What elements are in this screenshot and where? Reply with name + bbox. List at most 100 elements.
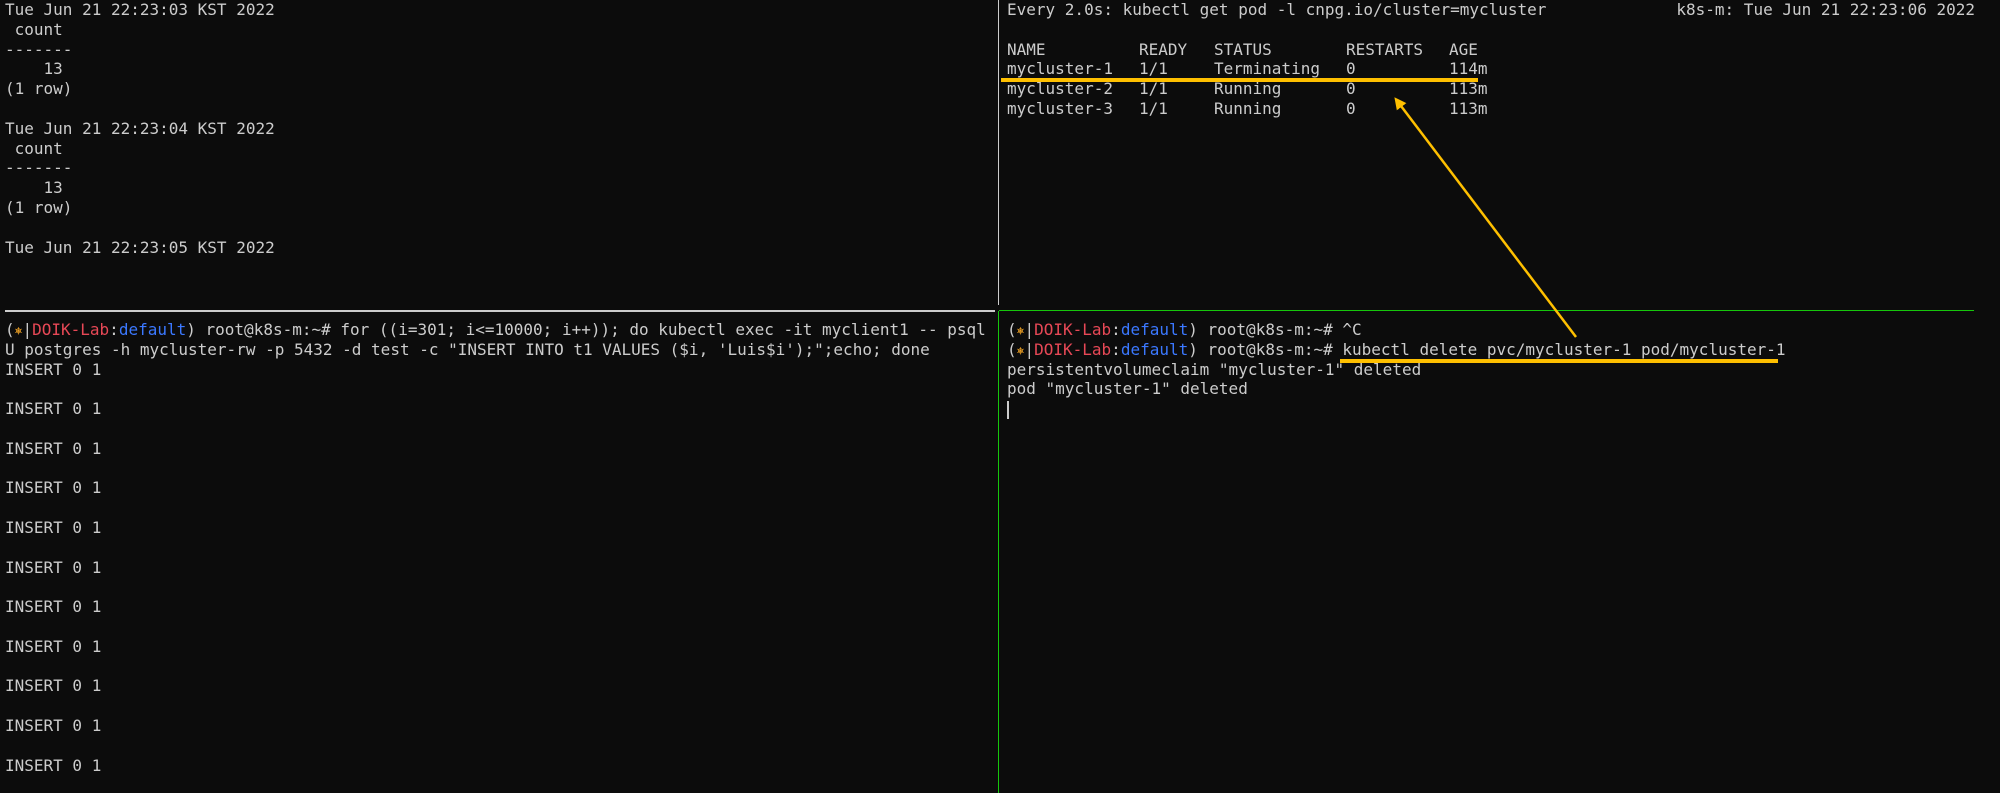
prompt-cluster: DOIK-Lab: [1034, 339, 1112, 359]
column-header: RESTARTS: [1346, 39, 1424, 59]
output-line: INSERT 0 1: [5, 676, 102, 696]
output-line: INSERT 0 1: [5, 517, 102, 537]
prompt-paren: ): [186, 320, 196, 339]
column-header: READY: [1139, 39, 1188, 59]
output-line: count: [5, 19, 63, 39]
prompt-colon: :: [1111, 339, 1121, 359]
pod-name: mycluster-2: [1007, 79, 1113, 99]
prompt-namespace: default: [1120, 320, 1189, 339]
prompt-user-host: root@k8s-m:~#: [195, 320, 341, 339]
watch-command: Every 2.0s: kubectl get pod -l cnpg.io/c…: [1007, 0, 1547, 19]
prompt-cluster: DOIK-Lab: [1034, 320, 1112, 339]
pod-ready: 1/1: [1139, 59, 1168, 79]
pod-status: Running: [1214, 98, 1282, 118]
output-line: persistentvolumeclaim "mycluster-1" dele…: [1007, 359, 1422, 379]
output-line: INSERT 0 1: [5, 557, 102, 577]
prompt-separator: |: [1024, 339, 1035, 359]
prompt-cluster: DOIK-Lab: [32, 320, 110, 339]
table-row: mycluster-2 1/1 Running 0 113m: [1002, 79, 2000, 99]
output-line: 13: [5, 178, 63, 198]
prompt-paren: (: [1007, 339, 1017, 359]
pod-ready: 1/1: [1139, 79, 1168, 99]
output-line: 13: [5, 59, 63, 79]
pane-top-left[interactable]: Tue Jun 21 22:23:03 KST 2022 count -----…: [0, 0, 997, 305]
prompt-paren: (: [5, 320, 15, 339]
prompt-line: (⎈|DOIK-Lab:default) root@k8s-m:~# kubec…: [1002, 340, 2000, 360]
table-row: mycluster-1 1/1 Terminating 0 114m: [1002, 59, 2000, 79]
output-line: INSERT 0 1: [5, 478, 102, 498]
terminal-window[interactable]: Tue Jun 21 22:23:03 KST 2022 count -----…: [0, 0, 2000, 793]
pane-divider-vertical-active[interactable]: [998, 311, 999, 793]
pod-restarts: 0: [1346, 98, 1356, 118]
prompt-namespace: default: [1120, 339, 1189, 359]
pane-top-right[interactable]: Every 2.0s: kubectl get pod -l cnpg.io/c…: [1002, 0, 2000, 305]
pod-status: Running: [1214, 79, 1282, 99]
column-header: NAME: [1007, 39, 1046, 59]
command-text: for ((i=301; i<=10000; i++)); do kubectl…: [340, 320, 997, 339]
output-line: count: [5, 138, 63, 158]
pod-name: mycluster-3: [1007, 98, 1113, 118]
watch-header: Every 2.0s: kubectl get pod -l cnpg.io/c…: [1002, 0, 2000, 20]
input-line[interactable]: [1002, 399, 2000, 419]
pane-bottom-left[interactable]: (⎈|DOIK-Lab:default) root@k8s-m:~# for (…: [0, 320, 997, 793]
command-text: ^C: [1342, 320, 1362, 339]
output-line: Tue Jun 21 22:23:03 KST 2022: [5, 0, 275, 19]
prompt-paren: ): [1188, 339, 1198, 359]
prompt-user-host: root@k8s-m:~#: [1197, 339, 1343, 359]
pod-restarts: 0: [1346, 59, 1356, 79]
pod-status: Terminating: [1214, 59, 1320, 79]
pod-age: 113m: [1449, 79, 1488, 99]
pod-name: mycluster-1: [1007, 59, 1113, 79]
prompt-colon: :: [109, 320, 119, 339]
watch-host-time: k8s-m: Tue Jun 21 22:23:06 2022: [1676, 0, 1975, 19]
command-continuation: U postgres -h mycluster-rw -p 5432 -d te…: [5, 339, 930, 359]
command-text: kubectl delete pvc/mycluster-1 pod/myclu…: [1342, 339, 1786, 359]
output-line: INSERT 0 1: [5, 359, 102, 379]
output-line: -------: [5, 158, 73, 178]
prompt-line: (⎈|DOIK-Lab:default) root@k8s-m:~# ^C: [1002, 320, 2000, 340]
output-line: pod "mycluster-1" deleted: [1007, 379, 1248, 399]
prompt-colon: :: [1111, 320, 1121, 339]
table-header: NAME READY STATUS RESTARTS AGE: [1002, 40, 2000, 60]
output-line: Tue Jun 21 22:23:04 KST 2022: [5, 118, 275, 138]
pane-divider-horizontal-active[interactable]: [999, 310, 1974, 311]
output-line: (1 row): [5, 79, 73, 99]
pod-age: 114m: [1449, 59, 1488, 79]
prompt-namespace: default: [118, 320, 187, 339]
output-line: INSERT 0 1: [5, 715, 102, 735]
output-line: INSERT 0 1: [5, 755, 102, 775]
output-line: (1 row): [5, 197, 73, 217]
prompt-line: (⎈|DOIK-Lab:default) root@k8s-m:~# for (…: [0, 320, 997, 340]
output-line: INSERT 0 1: [5, 597, 102, 617]
prompt-paren: ): [1188, 320, 1198, 339]
output-line: INSERT 0 1: [5, 399, 102, 419]
pane-divider-vertical[interactable]: [998, 0, 999, 305]
text-cursor: [1007, 400, 1009, 419]
column-header: STATUS: [1214, 39, 1272, 59]
prompt-separator: |: [1024, 320, 1035, 339]
output-line: -------: [5, 39, 73, 59]
output-line: Tue Jun 21 22:23:05 KST 2022: [5, 237, 275, 257]
prompt-user-host: root@k8s-m:~#: [1197, 320, 1343, 339]
pod-restarts: 0: [1346, 79, 1356, 99]
table-row: mycluster-3 1/1 Running 0 113m: [1002, 99, 2000, 119]
pod-ready: 1/1: [1139, 98, 1168, 118]
column-header: AGE: [1449, 39, 1478, 59]
pane-bottom-right[interactable]: (⎈|DOIK-Lab:default) root@k8s-m:~# ^C (⎈…: [1002, 320, 2000, 793]
pane-divider-horizontal[interactable]: [5, 310, 995, 312]
output-line: INSERT 0 1: [5, 438, 102, 458]
output-line: INSERT 0 1: [5, 636, 102, 656]
